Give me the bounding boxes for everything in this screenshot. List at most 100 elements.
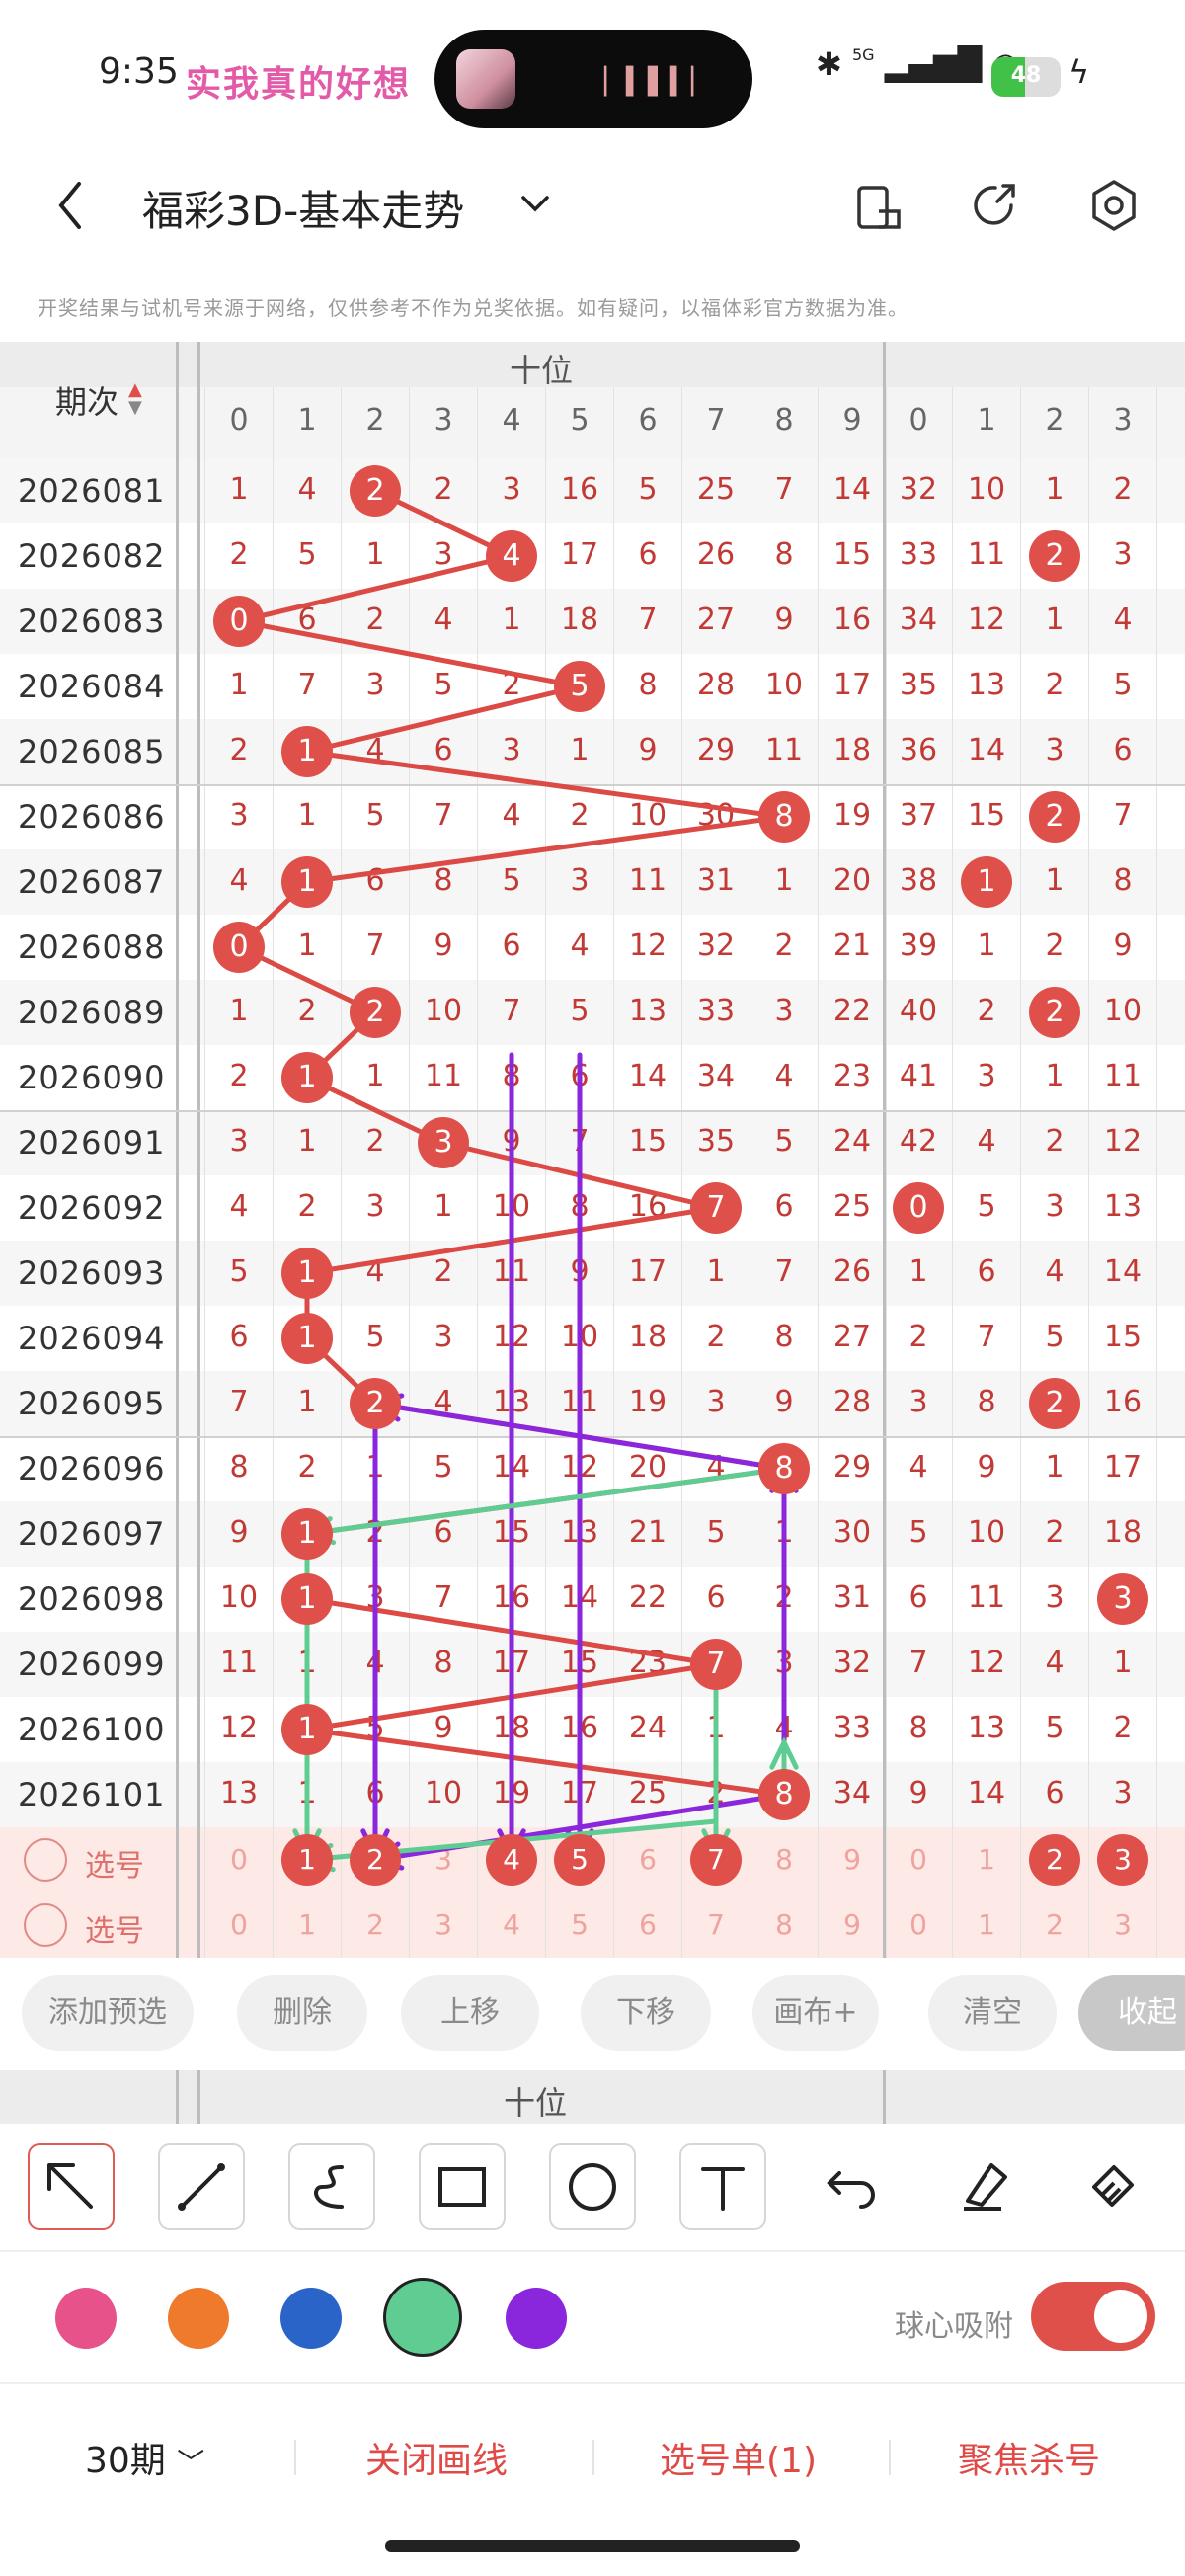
eraser-tool[interactable] (940, 2143, 1023, 2226)
hit-ball[interactable]: 3 (418, 1117, 469, 1168)
snap-toggle[interactable] (1031, 2282, 1155, 2351)
hit-ball[interactable]: 1 (281, 1573, 333, 1625)
select-number[interactable]: 5 (550, 1908, 609, 1941)
select-number[interactable]: 7 (686, 1908, 746, 1941)
hit-ball[interactable]: 1 (961, 856, 1012, 908)
select-number[interactable]: 0 (889, 1843, 948, 1876)
move-down-button[interactable]: 下移 (581, 1975, 711, 2051)
miss-count: 17 (560, 537, 599, 572)
select-number[interactable]: 3 (414, 1908, 473, 1941)
selected-ball[interactable]: 3 (1097, 1834, 1148, 1886)
color-swatch[interactable] (55, 2288, 117, 2349)
selected-ball[interactable]: 1 (281, 1834, 333, 1886)
move-up-button[interactable]: 上移 (401, 1975, 539, 2051)
curve-tool[interactable] (288, 2143, 375, 2230)
select-number[interactable]: 1 (277, 1908, 337, 1941)
hit-ball[interactable]: 0 (213, 922, 265, 973)
focus-kill-button[interactable]: 聚焦杀号 (958, 2432, 1100, 2483)
period-selector[interactable]: 30期 ﹀ (85, 2432, 204, 2483)
select-number[interactable]: 3 (1093, 1908, 1152, 1941)
circle-tool[interactable] (549, 2143, 636, 2230)
undo-tool[interactable] (810, 2143, 893, 2226)
select-number[interactable]: 6 (618, 1908, 677, 1941)
hit-ball[interactable]: 2 (350, 1378, 401, 1429)
trend-chart[interactable]: 期次 ▲ ▼ 十位 0 1 2 3 4 5 6 7 8 9 0 1 2 3 2026081 1 4 2 2 3 16 5 25 7 14… (0, 342, 1185, 1962)
chevron-down-icon[interactable] (515, 180, 555, 229)
miss-count: 1 (297, 1385, 317, 1419)
hit-ball[interactable]: 7 (690, 1182, 742, 1234)
select-number[interactable]: 0 (209, 1908, 269, 1941)
selected-ball[interactable]: 5 (554, 1834, 605, 1886)
miss-count: 8 (570, 1189, 590, 1224)
selected-ball[interactable]: 2 (350, 1834, 401, 1886)
page-title[interactable]: 福彩3D-基本走势 (142, 178, 464, 238)
settings-icon[interactable] (1086, 178, 1142, 233)
hit-ball[interactable]: 0 (213, 596, 265, 647)
hit-ball[interactable]: 2 (1029, 987, 1080, 1038)
select-number[interactable]: 2 (346, 1908, 405, 1941)
miss-count: 8 (774, 1320, 794, 1354)
hit-ball[interactable]: 8 (758, 1769, 810, 1820)
arrow-tool[interactable] (28, 2143, 115, 2230)
selected-ball[interactable]: 4 (486, 1834, 537, 1886)
hit-ball[interactable]: 2 (1029, 530, 1080, 582)
line-tool[interactable] (158, 2143, 245, 2230)
delete-button[interactable]: 删除 (237, 1975, 367, 2051)
select-number[interactable]: 0 (889, 1908, 948, 1941)
select-number[interactable]: 4 (482, 1908, 541, 1941)
clear-button[interactable]: 清空 (928, 1975, 1057, 2051)
hit-ball[interactable]: 4 (486, 530, 537, 582)
select-number[interactable]: 8 (754, 1908, 814, 1941)
hit-ball[interactable]: 7 (690, 1639, 742, 1690)
hit-ball[interactable]: 1 (281, 856, 333, 908)
hit-ball[interactable]: 8 (758, 791, 810, 843)
select-number[interactable]: 0 (209, 1843, 269, 1876)
hit-ball[interactable]: 1 (281, 726, 333, 777)
text-tool[interactable] (679, 2143, 766, 2230)
hit-ball[interactable]: 2 (1029, 1378, 1080, 1429)
hit-ball[interactable]: 8 (758, 1443, 810, 1494)
select-number[interactable]: 1 (957, 1843, 1016, 1876)
hit-ball[interactable]: 3 (1097, 1573, 1148, 1625)
select-number[interactable]: 3 (414, 1843, 473, 1876)
miss-count: 2 (434, 472, 453, 507)
hit-ball[interactable]: 1 (281, 1313, 333, 1364)
select-number[interactable]: 6 (618, 1843, 677, 1876)
select-number[interactable]: 1 (957, 1908, 1016, 1941)
layout-icon[interactable] (851, 180, 907, 235)
hit-ball[interactable]: 2 (1029, 791, 1080, 843)
select-radio[interactable] (24, 1838, 67, 1882)
select-number[interactable]: 9 (823, 1843, 882, 1876)
select-number[interactable]: 9 (823, 1908, 882, 1941)
hit-ball[interactable]: 1 (281, 1052, 333, 1103)
hit-ball[interactable]: 2 (350, 465, 401, 517)
color-swatch[interactable] (280, 2288, 342, 2349)
dynamic-island[interactable]: ▏▍▌▍▏ (434, 30, 752, 128)
selection-list-button[interactable]: 选号单(1) (660, 2432, 817, 2483)
canvas-plus-button[interactable]: 画布+ (752, 1975, 879, 2051)
back-icon[interactable] (43, 176, 103, 235)
color-swatch[interactable] (506, 2288, 567, 2349)
hit-ball[interactable]: 1 (281, 1508, 333, 1560)
hit-ball[interactable]: 5 (554, 661, 605, 712)
selected-ball[interactable]: 2 (1029, 1834, 1080, 1886)
sort-icon[interactable]: ▲ ▼ (128, 381, 142, 417)
color-swatch[interactable] (383, 2278, 462, 2357)
hit-ball[interactable]: 1 (281, 1248, 333, 1299)
selected-ball[interactable]: 7 (690, 1834, 742, 1886)
select-radio[interactable] (24, 1903, 67, 1947)
hit-ball[interactable]: 2 (350, 987, 401, 1038)
miss-count: 4 (365, 1254, 385, 1289)
collapse-button[interactable]: 收起 (1078, 1975, 1185, 2051)
color-swatch[interactable] (168, 2288, 229, 2349)
hit-ball[interactable]: 1 (281, 1704, 333, 1755)
select-number[interactable]: 2 (1025, 1908, 1084, 1941)
add-preselect-button[interactable]: 添加预选 (22, 1975, 194, 2051)
hit-ball[interactable]: 0 (893, 1182, 944, 1234)
share-icon[interactable] (968, 178, 1023, 233)
close-line-button[interactable]: 关闭画线 (365, 2432, 508, 2483)
period-label[interactable]: 期次 (55, 377, 118, 423)
select-number[interactable]: 8 (754, 1843, 814, 1876)
clear-tool[interactable] (1070, 2143, 1153, 2226)
rect-tool[interactable] (419, 2143, 506, 2230)
